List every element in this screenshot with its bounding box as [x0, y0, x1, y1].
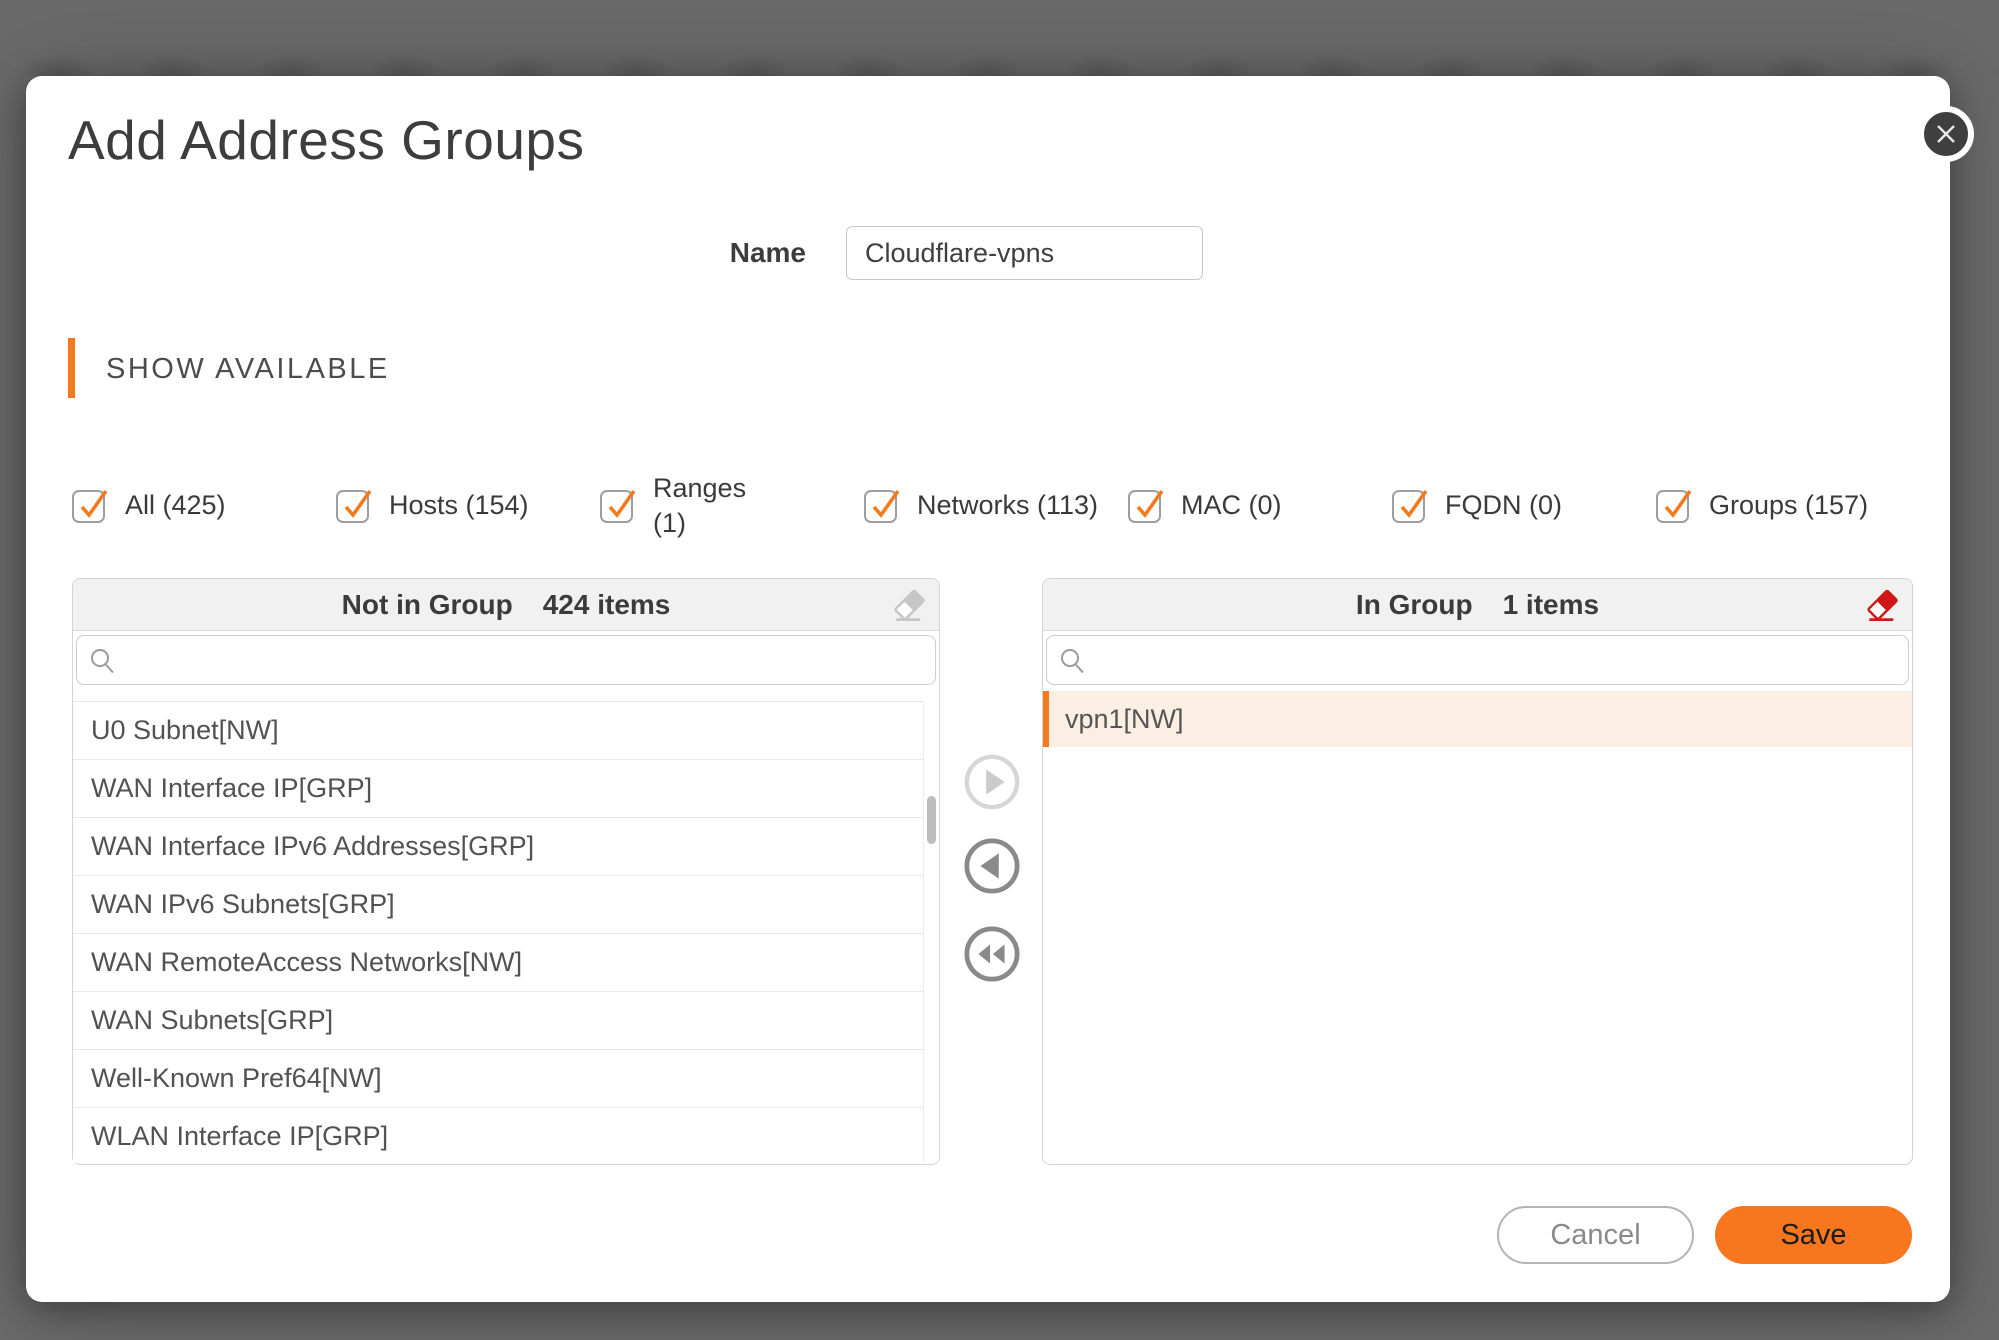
- check-icon: [337, 484, 379, 526]
- in-group-list: vpn1[NW]: [1043, 691, 1912, 1163]
- check-icon: [1129, 484, 1171, 526]
- check-icon: [73, 484, 115, 526]
- scrollbar-thumb[interactable]: [927, 796, 936, 844]
- in-group-header: In Group 1 items: [1043, 579, 1912, 631]
- filter-item[interactable]: Networks (113): [864, 488, 1128, 523]
- list-item[interactable]: WAN IPv6 Subnets[GRP]: [73, 876, 923, 934]
- checkbox[interactable]: [1656, 490, 1689, 523]
- name-label: Name: [660, 226, 806, 280]
- filter-item[interactable]: All (425): [72, 488, 336, 523]
- filter-item[interactable]: FQDN (0): [1392, 488, 1656, 523]
- selected-list-item[interactable]: vpn1[NW]: [1043, 691, 1912, 747]
- list-item[interactable]: WAN Interface IPv6 Addresses[GRP]: [73, 818, 923, 876]
- check-icon: [1657, 484, 1699, 526]
- checkbox[interactable]: [72, 490, 105, 523]
- section-title: SHOW AVAILABLE: [106, 346, 390, 392]
- filter-label: Hosts (154): [389, 488, 529, 523]
- checkbox[interactable]: [336, 490, 369, 523]
- panel-title: Not in Group: [342, 589, 513, 621]
- name-input[interactable]: [846, 226, 1203, 280]
- list-item[interactable]: U0 Subnet[NW]: [73, 702, 923, 760]
- filter-label: MAC (0): [1181, 488, 1282, 523]
- list-item[interactable]: WLAN Interface IP[GRP]: [73, 1108, 923, 1163]
- cancel-button[interactable]: Cancel: [1497, 1206, 1694, 1264]
- eraser-icon: [891, 588, 927, 624]
- move-all-left-button[interactable]: [963, 925, 1021, 983]
- right-search-input[interactable]: [1046, 635, 1909, 685]
- move-right-button[interactable]: [963, 753, 1021, 811]
- checkbox[interactable]: [1392, 490, 1425, 523]
- filter-item[interactable]: MAC (0): [1128, 488, 1392, 523]
- not-in-group-list: U0 Subnet[NW] WAN Interface IP[GRP] WAN …: [73, 701, 924, 1163]
- eraser-icon: [1864, 588, 1900, 624]
- clear-left-list-button[interactable]: [891, 588, 927, 624]
- clear-right-list-button[interactable]: [1864, 588, 1900, 624]
- filter-checkbox-row: All (425) Hosts (154): [72, 460, 1932, 552]
- list-item[interactable]: WAN Interface IP[GRP]: [73, 760, 923, 818]
- filter-item[interactable]: Hosts (154): [336, 488, 600, 523]
- not-in-group-header: Not in Group 424 items: [73, 579, 939, 631]
- section-accent-bar: [68, 338, 75, 398]
- checkbox[interactable]: [864, 490, 897, 523]
- left-search: [76, 635, 936, 685]
- filter-item[interactable]: Groups (157): [1656, 488, 1920, 523]
- close-button[interactable]: [1918, 106, 1974, 162]
- screen-background: Add Address Groups Name SHOW AVAILABLE A…: [0, 0, 1999, 1340]
- panel-title: In Group: [1356, 589, 1473, 621]
- filter-label: All (425): [125, 488, 226, 523]
- list-item[interactable]: WAN RemoteAccess Networks[NW]: [73, 934, 923, 992]
- double-arrow-left-icon: [963, 925, 1021, 983]
- checkbox[interactable]: [1128, 490, 1161, 523]
- check-icon: [865, 484, 907, 526]
- left-search-input[interactable]: [76, 635, 936, 685]
- check-icon: [1393, 484, 1435, 526]
- save-button[interactable]: Save: [1715, 1206, 1912, 1264]
- close-icon: [1932, 120, 1960, 148]
- not-in-group-panel: Not in Group 424 items: [72, 578, 940, 1165]
- filter-label: FQDN (0): [1445, 488, 1562, 523]
- panel-item-count: 424 items: [543, 589, 671, 621]
- filter-item[interactable]: Ranges (1): [600, 471, 864, 541]
- checkbox[interactable]: [600, 490, 633, 523]
- add-address-groups-dialog: Add Address Groups Name SHOW AVAILABLE A…: [26, 76, 1950, 1302]
- arrow-left-icon: [963, 837, 1021, 895]
- move-left-button[interactable]: [963, 837, 1021, 895]
- filter-label: Groups (157): [1709, 488, 1868, 523]
- list-item[interactable]: Well-Known Pref64[NW]: [73, 1050, 923, 1108]
- dialog-title: Add Address Groups: [68, 108, 585, 172]
- blurred-background-content: [0, 28, 1999, 76]
- list-item[interactable]: WAN Subnets[GRP]: [73, 992, 923, 1050]
- right-search: [1046, 635, 1909, 685]
- panel-item-count: 1 items: [1503, 589, 1600, 621]
- in-group-panel: In Group 1 items: [1042, 578, 1913, 1165]
- filter-label: Ranges (1): [653, 471, 768, 541]
- arrow-right-icon: [963, 753, 1021, 811]
- check-icon: [601, 484, 643, 526]
- filter-label: Networks (113): [917, 488, 1098, 523]
